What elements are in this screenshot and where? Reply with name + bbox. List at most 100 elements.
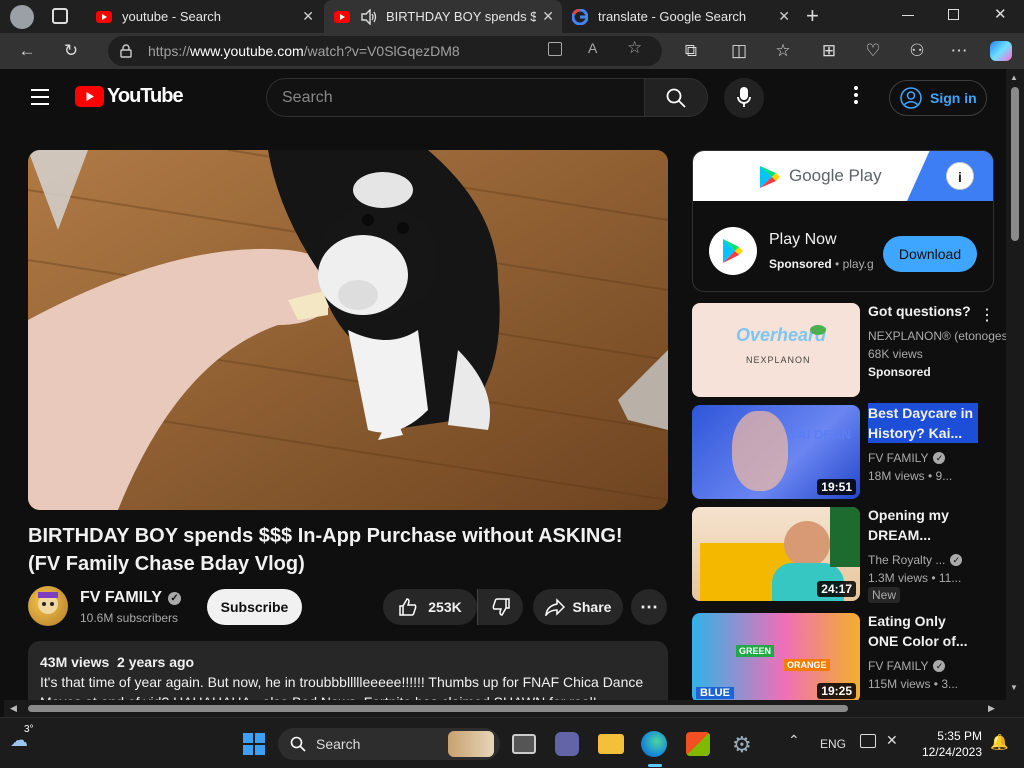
suggestion-title[interactable]: Best Daycare in History? Kai...	[868, 403, 978, 443]
ad-card[interactable]: Google Play i Play Now Sponsored • play.…	[692, 150, 994, 292]
app-available-icon[interactable]	[548, 42, 562, 56]
youtube-favicon-icon	[334, 10, 350, 23]
suggestion-thumbnail[interactable]: GREEN ORANGE BLUE 19:25	[692, 613, 860, 703]
profile-avatar[interactable]	[10, 5, 34, 29]
back-icon[interactable]: ←	[16, 40, 38, 62]
share-icon[interactable]: ⚇	[906, 40, 928, 62]
suggestion-thumbnail[interactable]: Overheard NEXPLANON	[692, 303, 860, 397]
verified-icon: ✓	[950, 554, 963, 566]
suggestion-thumbnail[interactable]: 24:17	[692, 507, 860, 601]
suggestion-title-line: ONE Color of...	[868, 633, 968, 649]
search-input[interactable]: Search	[266, 78, 644, 117]
edge-icon[interactable]	[641, 731, 667, 757]
ad-banner[interactable]: Google Play i	[693, 151, 993, 201]
dislike-button[interactable]	[477, 589, 523, 625]
suggestion-channel-text: FV FAMILY	[868, 451, 929, 465]
browser-toolbar: ← ↻ https://www.youtube.com/watch?v=V0Sl…	[0, 33, 1024, 69]
tab-actions-icon[interactable]	[52, 8, 68, 24]
close-tab-icon[interactable]: ✕	[302, 8, 314, 25]
suggestion-menu-icon[interactable]: ⋮	[979, 305, 995, 325]
youtube-favicon-icon	[96, 10, 112, 23]
tab-birthday-boy[interactable]: BIRTHDAY BOY spends $$$ I ✕	[324, 0, 562, 33]
weather-widget[interactable]: ☁ 3°	[10, 724, 34, 751]
suggestion-channel-text: The Royalty ...	[868, 553, 946, 567]
tab-translate[interactable]: translate - Google Search ✕	[562, 0, 798, 33]
read-aloud-icon[interactable]: A	[588, 40, 597, 56]
teams-icon[interactable]	[555, 732, 579, 756]
microphone-icon	[737, 87, 751, 107]
scroll-left-arrow[interactable]: ◀	[10, 703, 17, 714]
start-button[interactable]	[243, 733, 265, 755]
voice-search-button[interactable]	[724, 78, 764, 118]
refresh-icon[interactable]: ↻	[60, 40, 82, 62]
share-button[interactable]: Share	[533, 589, 623, 625]
sponsored-badge: Sponsored	[868, 365, 931, 379]
thumbs-down-icon	[492, 598, 510, 616]
suggestion-title-line: Best Daycare in	[868, 405, 974, 421]
new-tab-button[interactable]: +	[806, 3, 819, 29]
address-bar[interactable]: https://www.youtube.com/watch?v=V0SlGqez…	[108, 36, 662, 66]
suggestion-views: 18M views • 9...	[868, 469, 953, 483]
scroll-up-arrow[interactable]: ▲	[1010, 73, 1018, 82]
suggestion-thumbnail[interactable]: KAI DEAN 19:51	[692, 405, 860, 499]
close-tab-icon[interactable]: ✕	[542, 8, 554, 25]
hamburger-menu-icon[interactable]	[31, 89, 49, 105]
tab-youtube-search[interactable]: youtube - Search ✕	[86, 0, 322, 33]
channel-avatar[interactable]	[28, 586, 68, 626]
video-player[interactable]	[28, 150, 668, 510]
channel-name[interactable]: FV FAMILY ✓	[80, 589, 182, 607]
volume-muted-icon[interactable]: ✕	[886, 732, 898, 749]
notifications-bell-icon[interactable]: 🔔	[990, 733, 1009, 751]
vertical-scrollbar[interactable]: ▲ ▼	[1006, 69, 1024, 717]
network-icon[interactable]	[860, 734, 876, 748]
subscribe-button[interactable]: Subscribe	[207, 589, 302, 625]
ad-info-icon[interactable]: i	[946, 162, 974, 190]
suggestion-title[interactable]: Eating Only ONE Color of...	[868, 611, 968, 651]
suggestion-title[interactable]: Got questions?	[868, 301, 971, 321]
split-screen-icon[interactable]: ◫	[728, 40, 750, 62]
thumb-sub: NEXPLANON	[746, 355, 811, 365]
store-icon[interactable]	[686, 732, 710, 756]
settings-kebab-icon[interactable]	[854, 86, 860, 104]
sign-in-button[interactable]: Sign in	[889, 80, 987, 116]
task-view-icon[interactable]	[512, 734, 536, 754]
video-duration: 19:51	[817, 479, 856, 495]
ad-app-icon	[709, 227, 757, 275]
scrollbar-thumb[interactable]	[1011, 87, 1019, 241]
settings-icon[interactable]: ⚙	[732, 732, 752, 758]
close-tab-icon[interactable]: ✕	[778, 8, 790, 25]
scroll-right-arrow[interactable]: ▶	[988, 703, 995, 714]
horizontal-scrollbar[interactable]: ◀ ▶	[4, 700, 1006, 717]
show-hidden-icons[interactable]: ⌃	[788, 732, 800, 749]
speaker-icon[interactable]	[360, 8, 378, 25]
close-window-button[interactable]: ✕	[994, 5, 1007, 23]
taskbar-search[interactable]: Search	[278, 728, 500, 760]
clock-date: 12/24/2023	[921, 745, 982, 759]
restore-button[interactable]	[948, 9, 959, 20]
scrollbar-thumb[interactable]	[28, 705, 848, 712]
file-explorer-icon[interactable]	[598, 734, 624, 754]
like-button[interactable]: 253K	[383, 589, 477, 625]
minimize-button[interactable]	[902, 15, 914, 16]
browser-essentials-icon[interactable]: ♡	[862, 40, 884, 62]
search-button[interactable]	[644, 78, 708, 117]
favorites-icon[interactable]: ☆	[772, 40, 794, 62]
collections-icon[interactable]: ⊞	[818, 40, 840, 62]
clock[interactable]: 5:35 PM 12/24/2023	[918, 728, 982, 760]
suggestion-channel-text: FV FAMILY	[868, 659, 929, 673]
view-stats: 43M views 2 years ago	[40, 654, 194, 670]
youtube-logo[interactable]: YouTube	[75, 85, 184, 108]
more-actions-button[interactable]: ⋯	[631, 589, 667, 625]
more-menu-icon[interactable]: ⋯	[948, 40, 970, 62]
weather-temp: 3°	[24, 724, 34, 735]
suggestion-title[interactable]: Opening my DREAM...	[868, 505, 949, 545]
favorite-star-icon[interactable]: ☆	[627, 38, 642, 58]
download-button[interactable]: Download	[883, 236, 977, 272]
leaf-shape	[810, 325, 826, 335]
extensions-icon[interactable]: ⧉	[680, 40, 702, 62]
copilot-icon[interactable]	[990, 41, 1012, 61]
tree-shape	[830, 507, 860, 567]
share-icon	[544, 598, 565, 616]
scroll-down-arrow[interactable]: ▼	[1010, 683, 1018, 692]
language-indicator[interactable]: ENG	[820, 737, 846, 751]
